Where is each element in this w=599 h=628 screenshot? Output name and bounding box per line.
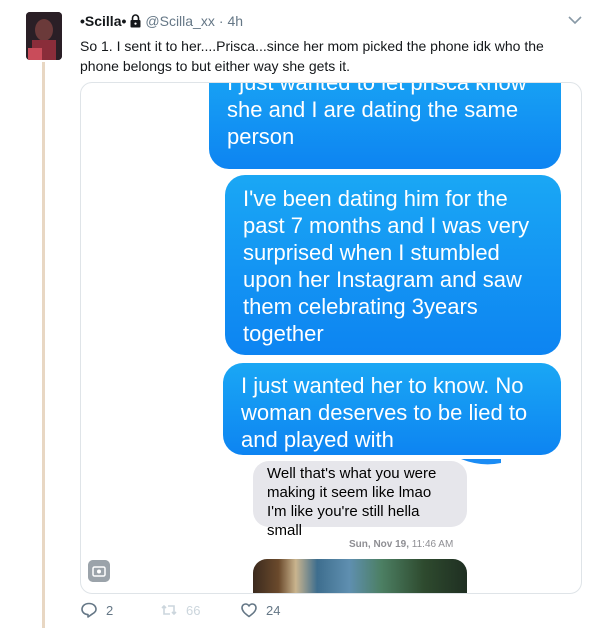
tweet-text: So 1. I sent it to her....Prisca...since… bbox=[80, 38, 544, 74]
avatar-image bbox=[26, 12, 62, 60]
message-bubble-sent: I just wanted her to know. No woman dese… bbox=[223, 363, 561, 455]
reply-icon bbox=[81, 602, 97, 618]
media-tag-icon[interactable] bbox=[88, 560, 110, 582]
message-bubble-sent: I've been dating him for the past 7 mont… bbox=[225, 175, 561, 355]
retweet-button[interactable]: 66 bbox=[160, 601, 240, 619]
tweet-actions: 2 66 24 bbox=[80, 600, 320, 620]
message-bubble-received: Well that's what you were making it seem… bbox=[253, 461, 467, 539]
tweet-media-screenshot[interactable]: I just wanted to let prisca know she and… bbox=[80, 82, 582, 594]
heart-icon bbox=[241, 603, 257, 618]
avatar[interactable] bbox=[26, 12, 62, 60]
message-timestamp: Sun, Nov 19, 11:46 AM bbox=[349, 539, 453, 550]
timestamp-time: 11:46 AM bbox=[411, 539, 454, 550]
reply-button[interactable]: 2 bbox=[80, 601, 160, 619]
message-photo bbox=[253, 559, 467, 593]
header-separator: · bbox=[218, 13, 224, 29]
tweet-header: •Scilla• @Scilla_xx · 4h bbox=[80, 12, 243, 30]
tweet-time[interactable]: 4h bbox=[228, 13, 244, 29]
timestamp-day: Sun, Nov 19, bbox=[349, 539, 410, 550]
display-name[interactable]: •Scilla• bbox=[80, 13, 126, 29]
user-handle[interactable]: @Scilla_xx bbox=[145, 13, 214, 29]
reply-count: 2 bbox=[106, 602, 114, 618]
thread-connector-line bbox=[42, 62, 45, 628]
retweet-count: 66 bbox=[186, 602, 201, 618]
like-button[interactable]: 24 bbox=[240, 601, 320, 619]
message-bubble-sent: I just wanted to let prisca know she and… bbox=[209, 83, 561, 169]
lock-icon bbox=[130, 14, 141, 28]
bubble-tail bbox=[461, 459, 501, 465]
chevron-down-icon[interactable] bbox=[567, 14, 583, 26]
retweet-icon bbox=[161, 604, 177, 616]
like-count: 24 bbox=[266, 602, 281, 618]
